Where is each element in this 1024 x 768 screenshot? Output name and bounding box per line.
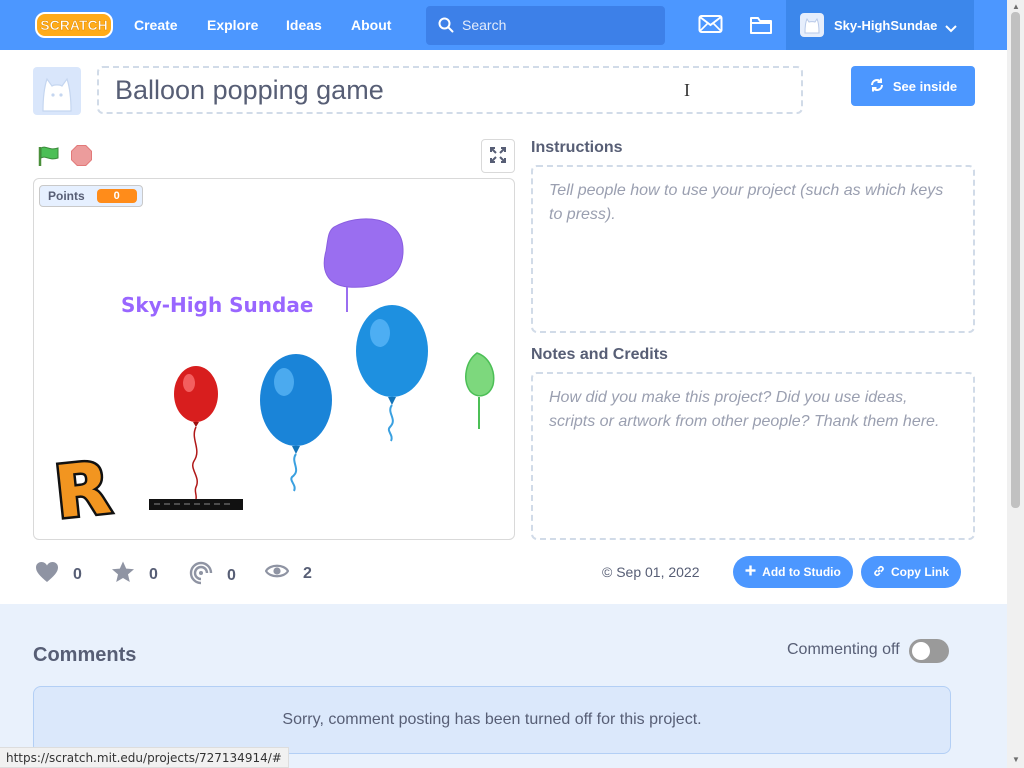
comments-heading: Comments (33, 644, 137, 666)
letter-r-text: R (52, 445, 114, 527)
account-username: Sky-HighSundae (834, 18, 938, 33)
instructions-heading: Instructions (531, 139, 623, 156)
top-nav-bar: SCRATCH Create Explore Ideas About Sky-H… (0, 0, 1007, 50)
scroll-down-arrow-icon[interactable]: ▼ (1012, 755, 1020, 764)
stage-title-text: Sky-High Sundae (121, 293, 314, 317)
notes-credits-heading: Notes and Credits (531, 346, 668, 363)
love-count: 0 (73, 565, 82, 583)
green-balloon-sprite (465, 352, 495, 397)
my-stuff-folder-icon[interactable] (749, 14, 773, 41)
monitor-value: 0 (96, 189, 137, 203)
love-stat[interactable]: 0 (35, 561, 82, 588)
link-icon (873, 565, 885, 580)
instructions-textarea[interactable] (531, 165, 975, 333)
favorite-count: 0 (149, 565, 158, 583)
plus-icon (745, 565, 756, 579)
logo-text: SCRATCH (40, 17, 107, 33)
purple-balloon-sprite (323, 218, 404, 288)
search-icon (438, 17, 454, 38)
heart-icon (35, 561, 59, 588)
red-balloon-sprite (174, 366, 218, 422)
fullscreen-icon (490, 146, 506, 166)
nav-about[interactable]: About (351, 17, 391, 33)
notes-credits-textarea[interactable] (531, 372, 975, 540)
monitor-label: Points (48, 189, 85, 203)
messages-icon[interactable] (698, 14, 723, 39)
nav-ideas[interactable]: Ideas (286, 17, 322, 33)
project-title-input[interactable] (97, 66, 803, 114)
points-variable-monitor: Points 0 (39, 185, 143, 207)
add-to-studio-button[interactable]: Add to Studio (733, 556, 853, 588)
eye-icon (264, 561, 290, 586)
commenting-toggle[interactable] (909, 639, 949, 663)
status-bar-url: https://scratch.mit.edu/projects/7271349… (0, 747, 289, 768)
toggle-knob (912, 642, 930, 660)
chevron-down-icon (945, 20, 957, 38)
view-stat: 2 (264, 561, 312, 586)
text-cursor-icon: I (684, 80, 690, 100)
nav-create[interactable]: Create (134, 17, 178, 33)
letter-r-sprite: R (52, 445, 116, 527)
account-menu[interactable]: Sky-HighSundae (786, 0, 974, 50)
project-stage[interactable]: R Points 0 Sky-High Sundae (33, 178, 515, 540)
view-count: 2 (303, 564, 312, 582)
project-owner-avatar[interactable] (33, 67, 81, 115)
star-icon (111, 561, 135, 588)
add-to-studio-label: Add to Studio (762, 565, 841, 579)
search-box[interactable] (426, 6, 665, 45)
comments-disabled-text: Sorry, comment posting has been turned o… (282, 711, 702, 728)
remix-arrows-icon (869, 77, 885, 96)
blue-balloon-sprite-2 (260, 354, 332, 446)
scrollbar-thumb[interactable] (1011, 12, 1020, 508)
remix-swirl-icon (189, 561, 213, 590)
comments-section: Comments Commenting off Sorry, comment p… (0, 604, 1007, 768)
green-flag-icon[interactable] (37, 144, 61, 173)
nav-explore[interactable]: Explore (207, 17, 258, 33)
remix-count: 0 (227, 566, 236, 584)
see-inside-button[interactable]: See inside (851, 66, 975, 106)
remix-stat: 0 (189, 561, 236, 590)
favorite-stat[interactable]: 0 (111, 561, 158, 588)
blue-balloon-sprite (356, 305, 428, 397)
scratch-logo[interactable]: SCRATCH (35, 12, 113, 38)
comments-disabled-notice: Sorry, comment posting has been turned o… (33, 686, 951, 754)
commenting-toggle-label: Commenting off (787, 641, 900, 658)
copy-link-button[interactable]: Copy Link (861, 556, 961, 588)
see-inside-label: See inside (892, 78, 958, 94)
share-date: © Sep 01, 2022 (602, 564, 700, 580)
search-input[interactable] (462, 14, 652, 36)
fullscreen-button[interactable] (481, 139, 515, 173)
copy-link-label: Copy Link (890, 565, 949, 579)
stop-sign-icon[interactable] (71, 145, 92, 171)
vertical-scrollbar[interactable]: ▲ ▼ (1007, 0, 1024, 768)
scroll-up-arrow-icon[interactable]: ▲ (1012, 2, 1020, 11)
user-avatar (800, 13, 824, 37)
